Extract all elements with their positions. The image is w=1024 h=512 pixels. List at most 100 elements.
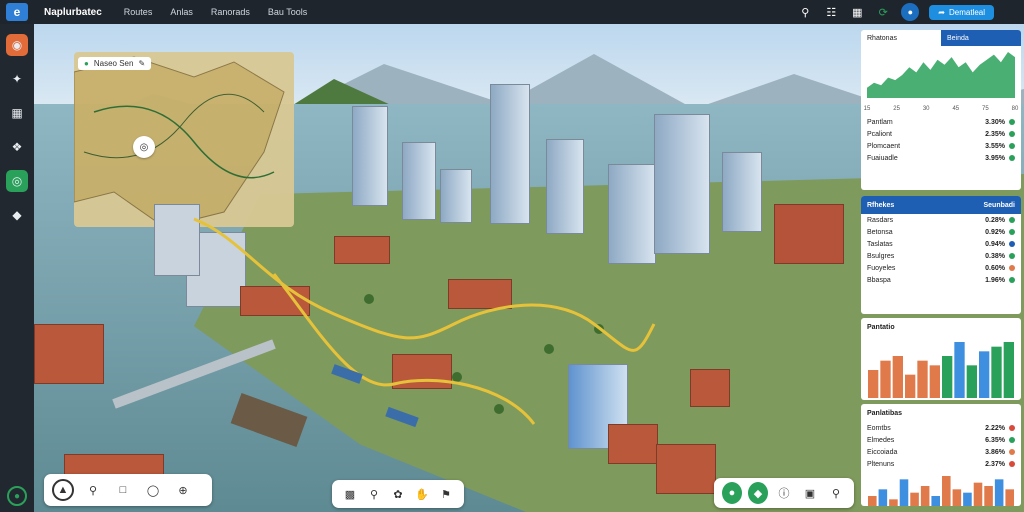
list-item[interactable]: Fuoyeles 0.60% [861,262,1021,274]
bar [868,496,877,506]
list-item-label: Bsulgres [867,252,895,260]
summary-panel-header: Panlatibas [867,409,903,417]
list-item[interactable]: Pltenuns 2.37% [861,458,1021,470]
summary-list: Eomtbs 2.22% Elmedes 6.35% Eiccoiada 3.86% Plt… [861,422,1021,470]
north-arrow-icon[interactable]: ▲ [52,479,74,501]
search-icon[interactable]: ⚲ [797,4,813,20]
segment-list: Rasdars 0.28% Betonsa 0.92% Taslatas 0.94% Bsu… [861,214,1021,286]
list-item-label: Fuaiuadle [867,154,898,162]
status-dot [1009,425,1015,431]
tab-beinda[interactable]: Beinda [941,30,1021,46]
list-item[interactable]: Bsulgres 0.38% [861,250,1021,262]
list-item-label: Pantlam [867,118,893,126]
menu-item-tools[interactable]: Bau Tools [268,7,307,17]
x-tick-label: 30 [923,106,930,112]
menu-item-ranorads[interactable]: Ranorads [211,7,250,17]
bar [973,482,983,506]
layers-icon[interactable]: ◆ [748,482,768,504]
status-dot [1009,265,1015,271]
status-dot [1009,131,1015,137]
top-bar: e Naplurbatec Routes Anlas Ranorads Bau … [0,0,1024,24]
bar [931,496,940,506]
menu-item-routes[interactable]: Routes [124,7,153,17]
list-item-label: Rasdars [867,216,894,224]
share-button[interactable]: ➦ Dematleal [929,4,994,20]
list-item-value: 3.95% [985,154,1005,162]
compass-icon[interactable]: ✦ [6,68,28,90]
status-dot [1009,277,1015,283]
segment-panel-header: Rfhekes Seunbadi [861,196,1021,214]
bar [868,370,879,398]
building-icon[interactable]: ▦ [6,102,28,124]
bar-panel-header: Pantatio [867,323,895,331]
leaf-icon[interactable]: ✿ [388,483,408,505]
segment-panel: Rfhekes Seunbadi Rasdars 0.28% Betonsa 0.92… [861,196,1021,314]
bar [929,365,940,398]
square-icon[interactable]: □ [112,479,134,501]
info-icon[interactable]: ⓘ [774,482,794,504]
x-tick-label: 45 [952,106,959,112]
bar [892,356,903,398]
map-search-chip[interactable]: ● Naseo Sen ✎ [78,57,152,70]
list-item-label: Eiccoiada [867,448,898,456]
list-item[interactable]: Eomtbs 2.22% [861,422,1021,434]
status-dot [1009,241,1015,247]
status-dot [1009,461,1015,467]
stats-list: Pantlam 3.30% Pcaliont 2.35% Plomcaent 3.55% F… [861,116,1021,164]
zoom-icon[interactable]: ⊕ [172,479,194,501]
list-item-value: 0.38% [985,252,1005,260]
list-item[interactable]: Bbaspa 1.96% [861,274,1021,286]
bar [994,479,1004,506]
bar [880,360,891,398]
list-item[interactable]: Fuaiuadle 3.95% [861,152,1021,164]
list-item[interactable]: Pantlam 3.30% [861,116,1021,128]
tag-icon[interactable]: ◆ [6,204,28,226]
list-item-label: Betonsa [867,228,893,236]
marker-icon[interactable]: ⚲ [826,482,846,504]
puzzle-icon[interactable]: ❖ [6,136,28,158]
bar [889,499,898,506]
list-item[interactable]: Taslatas 0.94% [861,238,1021,250]
summary-bar-chart [868,476,1014,506]
list-item[interactable]: Rasdars 0.28% [861,214,1021,226]
main-menu: Routes Anlas Ranorads Bau Tools [124,7,307,17]
bar [991,346,1002,398]
list-item-value: 0.60% [985,264,1005,272]
document-icon[interactable]: ☷ [823,4,839,20]
car-icon[interactable]: ▩ [340,483,360,505]
x-tick-label: 80 [1012,106,1019,112]
list-item-value: 6.35% [985,436,1005,444]
list-item[interactable]: Eiccoiada 3.86% [861,446,1021,458]
bar [979,351,990,398]
hand-icon[interactable]: ✋ [412,483,432,505]
list-item[interactable]: Pcaliont 2.35% [861,128,1021,140]
view-toolbar: ● ◆ ⓘ ▣ ⚲ [714,478,854,508]
bar [910,492,919,506]
lasso-icon[interactable]: ◯ [142,479,164,501]
list-item-label: Plomcaent [867,142,901,150]
flag-icon[interactable]: ⚑ [436,483,456,505]
cube-icon[interactable]: ▣ [800,482,820,504]
menu-item-atlas[interactable]: Anlas [170,7,193,17]
list-item[interactable]: Plomcaent 3.55% [861,140,1021,152]
map-pin-icon[interactable]: ● [722,482,742,504]
list-item[interactable]: Betonsa 0.92% [861,226,1021,238]
bar [952,489,962,506]
status-dot [1009,143,1015,149]
list-item[interactable]: Elmedes 6.35% [861,434,1021,446]
marker-icon[interactable]: ⚲ [82,479,104,501]
pin-icon[interactable]: ⚲ [364,483,384,505]
user-avatar[interactable]: ● [901,3,920,21]
route-icon[interactable]: ⟳ [875,4,891,20]
layers-icon[interactable]: ◉ [6,34,28,56]
location-icon[interactable]: ● [7,486,27,506]
list-item-label: Bbaspa [867,276,891,284]
list-item-value: 2.35% [985,130,1005,138]
status-dot [1009,229,1015,235]
list-item-value: 2.22% [985,424,1005,432]
tab-rhatonas[interactable]: Rhatonas [861,30,941,46]
grid-icon[interactable]: ▦ [849,4,865,20]
bar [963,492,972,506]
globe-icon[interactable]: ◎ [6,170,28,192]
bar [984,486,993,506]
